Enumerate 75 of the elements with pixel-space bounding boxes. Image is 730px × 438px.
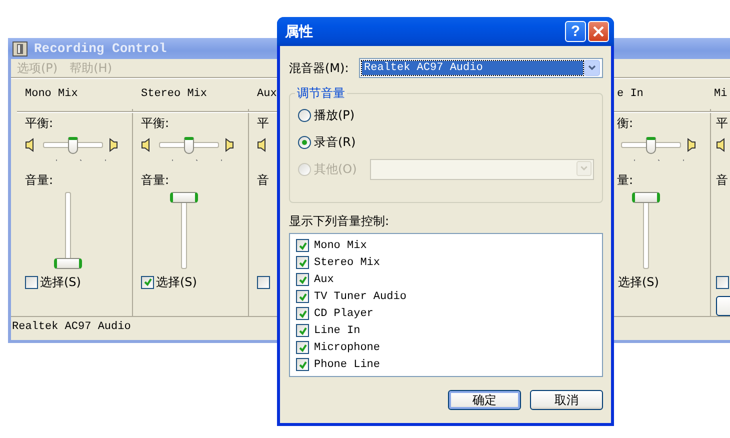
checkbox[interactable] xyxy=(296,324,309,337)
speaker-icon xyxy=(224,138,234,152)
speaker-icon xyxy=(716,138,726,152)
status-text: Realtek AC97 Audio xyxy=(12,321,131,333)
list-item-label[interactable]: Aux xyxy=(314,274,334,286)
mixer-dropdown[interactable]: Realtek AC97 Audio xyxy=(359,58,603,78)
dialog-title: 属性 xyxy=(285,22,314,40)
checkbox[interactable] xyxy=(296,341,309,354)
cancel-button[interactable]: 取消 xyxy=(530,390,603,410)
check-icon xyxy=(142,277,152,287)
select-label[interactable]: 选择(S) xyxy=(156,274,197,290)
channel-name: e In xyxy=(616,87,644,102)
volume-label: 音 xyxy=(716,172,728,188)
window-title: Recording Control xyxy=(34,41,167,56)
radio-label[interactable]: 录音(R) xyxy=(314,134,356,150)
balance-label: 平 xyxy=(716,115,728,131)
checkbox[interactable] xyxy=(716,276,729,288)
close-button[interactable] xyxy=(588,21,609,42)
list-item-label[interactable]: Line In xyxy=(314,324,360,336)
balance-label: 平 xyxy=(257,115,269,131)
checkbox[interactable] xyxy=(25,276,38,288)
list-item-label[interactable]: CD Player xyxy=(314,308,374,320)
close-icon xyxy=(592,25,605,38)
slider-thumb[interactable] xyxy=(646,136,656,154)
slider-thumb[interactable] xyxy=(184,136,194,154)
balance-slider[interactable] xyxy=(621,136,681,154)
radio-button[interactable] xyxy=(298,108,311,122)
list-item-label[interactable]: TV Tuner Audio xyxy=(314,290,406,302)
select-label[interactable]: 选择(S) xyxy=(40,274,81,290)
speaker-icon xyxy=(257,138,267,152)
checkbox[interactable] xyxy=(296,307,309,320)
checkbox[interactable] xyxy=(257,276,270,288)
slider-thumb[interactable] xyxy=(170,192,198,203)
app-icon xyxy=(12,40,28,57)
checkbox[interactable] xyxy=(296,290,309,303)
volume-slider[interactable] xyxy=(170,192,198,269)
select-label[interactable]: 选择(S) xyxy=(618,274,659,290)
balance-slider[interactable] xyxy=(159,136,219,154)
balance-label: 平衡: xyxy=(141,115,170,131)
help-button[interactable]: ? xyxy=(565,21,586,42)
speaker-icon xyxy=(25,138,35,152)
checkbox[interactable] xyxy=(296,239,309,252)
checkbox[interactable] xyxy=(141,276,154,288)
slider-thumb[interactable] xyxy=(54,258,82,269)
channel-name: Mono Mix xyxy=(24,87,78,102)
volume-slider[interactable] xyxy=(632,192,660,269)
speaker-icon xyxy=(686,138,696,152)
speaker-icon xyxy=(108,138,118,152)
balance-slider[interactable] xyxy=(43,136,103,154)
slider-thumb[interactable] xyxy=(68,136,78,154)
checkbox[interactable] xyxy=(296,273,309,286)
radio-button[interactable] xyxy=(298,136,311,148)
speaker-icon xyxy=(141,138,151,152)
list-item-label[interactable]: Mono Mix xyxy=(314,240,367,252)
balance-label: 平衡: xyxy=(25,115,54,131)
list-label: 显示下列音量控制: xyxy=(289,213,390,230)
checkbox[interactable] xyxy=(296,256,309,269)
radio-label: 其他(O) xyxy=(314,160,357,178)
volume-slider[interactable] xyxy=(54,192,82,269)
checkbox[interactable] xyxy=(296,358,309,371)
volume-label: 量: xyxy=(616,172,634,188)
list-item-label[interactable]: Phone Line xyxy=(314,358,380,370)
list-item-label[interactable]: Stereo Mix xyxy=(314,256,380,268)
balance-label: 衡: xyxy=(616,115,634,131)
volume-label: 音 xyxy=(257,172,269,188)
channel-name: Stereo Mix xyxy=(140,87,208,102)
channel-name: Aux xyxy=(256,87,277,102)
list-item-label[interactable]: Microphone xyxy=(314,342,380,354)
volume-label: 音量: xyxy=(141,172,170,188)
slider-thumb[interactable] xyxy=(632,192,660,203)
channel-name: Mi xyxy=(713,87,728,102)
volume-label: 音量: xyxy=(25,172,54,188)
mixer-label: 混音器(M): xyxy=(289,60,350,76)
ok-button[interactable]: 确定 xyxy=(448,390,521,410)
radio-label[interactable]: 播放(P) xyxy=(314,106,355,124)
